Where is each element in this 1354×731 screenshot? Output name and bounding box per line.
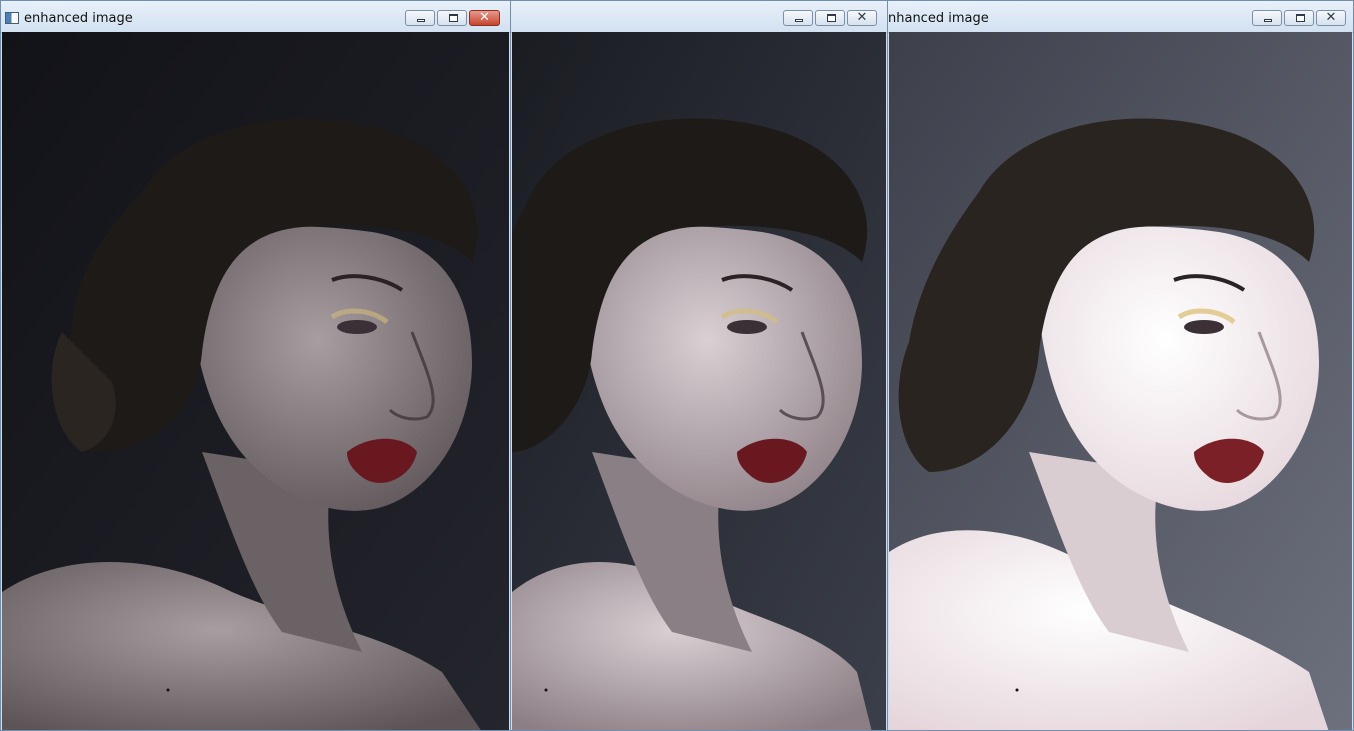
- titlebar[interactable]: enhanced image ✕: [1, 1, 510, 33]
- window-enhanced-image-2[interactable]: ✕: [510, 0, 888, 731]
- window-app-icon: [5, 12, 19, 24]
- minimize-icon: [1264, 19, 1272, 22]
- close-button[interactable]: ✕: [469, 10, 500, 26]
- close-button[interactable]: ✕: [847, 10, 877, 26]
- restore-icon: [449, 14, 458, 22]
- restore-button[interactable]: [437, 10, 467, 26]
- portrait-image: [889, 32, 1352, 730]
- titlebar[interactable]: nhanced image ✕: [888, 1, 1353, 33]
- window-controls: ✕: [1252, 10, 1346, 26]
- portrait-image: [512, 32, 886, 730]
- minimize-button[interactable]: [783, 10, 813, 26]
- close-icon: ✕: [856, 10, 868, 25]
- restore-icon: [827, 14, 836, 22]
- window-title: nhanced image: [888, 11, 989, 26]
- close-icon: ✕: [479, 10, 490, 25]
- minimize-button[interactable]: [405, 10, 435, 26]
- close-icon: ✕: [1325, 10, 1337, 25]
- titlebar[interactable]: ✕: [511, 1, 887, 33]
- image-canvas: [512, 32, 886, 730]
- restore-button[interactable]: [1284, 10, 1314, 26]
- window-title: enhanced image: [24, 11, 133, 26]
- minimize-icon: [417, 19, 425, 22]
- restore-icon: [1296, 14, 1305, 22]
- minimize-icon: [795, 19, 803, 22]
- image-canvas: [889, 32, 1352, 730]
- image-canvas: [2, 32, 509, 730]
- window-controls: ✕: [405, 10, 500, 26]
- window-enhanced-image-3[interactable]: nhanced image ✕: [887, 0, 1354, 731]
- minimize-button[interactable]: [1252, 10, 1282, 26]
- window-enhanced-image-1[interactable]: enhanced image ✕: [0, 0, 511, 731]
- close-button[interactable]: ✕: [1316, 10, 1346, 26]
- restore-button[interactable]: [815, 10, 845, 26]
- portrait-image: [2, 32, 509, 730]
- window-controls: ✕: [783, 10, 877, 26]
